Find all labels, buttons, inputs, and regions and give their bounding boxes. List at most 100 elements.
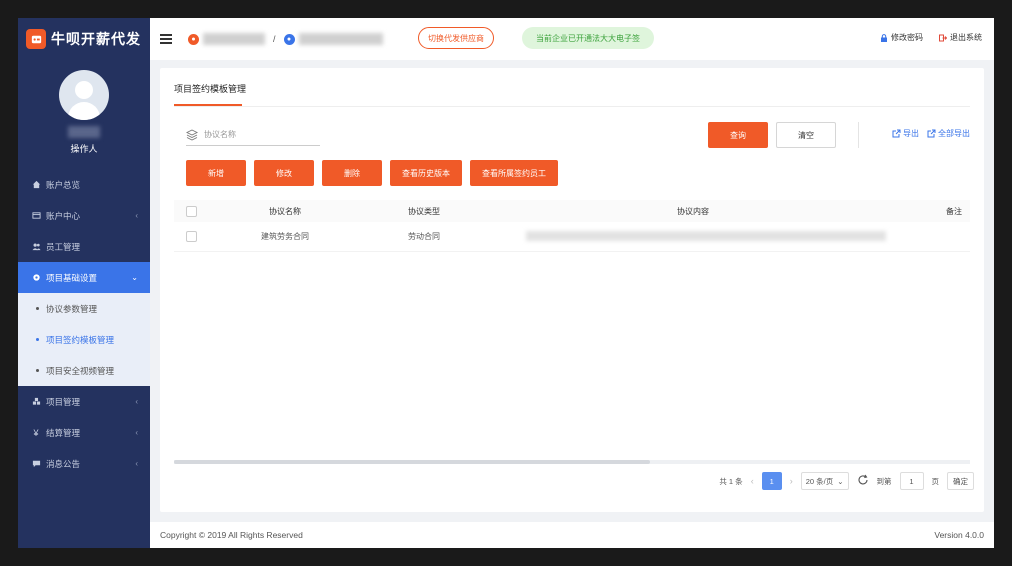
layers-icon: [186, 128, 198, 141]
page-size-value: 20 条/页: [805, 476, 834, 486]
brand-name: 牛呗开薪代发: [51, 31, 141, 47]
username-redacted: [68, 126, 100, 138]
submenu-item-safety-videos[interactable]: 项目安全视频管理: [18, 355, 150, 386]
gear-icon: [31, 273, 41, 283]
view-history-button[interactable]: 查看历史版本: [390, 160, 462, 186]
brand-logo-icon: [26, 29, 46, 49]
page-size-select[interactable]: 20 条/页 ⌄: [800, 472, 849, 490]
delete-button[interactable]: 删除: [322, 160, 382, 186]
sidebar-item-label: 员工管理: [46, 241, 81, 252]
external-link-icon: [892, 129, 901, 138]
submenu-item-signing-templates[interactable]: 项目签约模板管理: [18, 324, 150, 355]
sidebar: 牛呗开薪代发 操作人 账户总览 账户中心 ‹ 员工管理 项目基础设置 ⌄ 协议参…: [18, 18, 150, 548]
sidebar-item-label: 消息公告: [46, 458, 81, 469]
export-all-label: 全部导出: [938, 129, 970, 138]
row-checkbox[interactable]: [185, 231, 197, 242]
logout-link[interactable]: 退出系统: [939, 32, 982, 43]
edit-button[interactable]: 修改: [254, 160, 314, 186]
export-all-link[interactable]: 全部导出: [927, 128, 970, 139]
table-row[interactable]: 建筑劳务合同 劳动合同: [174, 222, 970, 252]
submenu-project-settings: 协议参数管理 项目签约模板管理 项目安全视频管理: [18, 293, 150, 386]
sidebar-item-staff[interactable]: 员工管理: [18, 231, 150, 262]
sidebar-item-projects[interactable]: 项目管理 ‹: [18, 386, 150, 417]
sidebar-item-label: 项目管理: [46, 396, 81, 407]
home-icon: [31, 180, 41, 190]
chevron-left-icon: ‹: [135, 211, 138, 220]
sidebar-item-settlement[interactable]: ¥ 结算管理 ‹: [18, 417, 150, 448]
breadcrumb-separator: /: [273, 34, 276, 44]
user-role: 操作人: [70, 144, 98, 154]
chevron-down-icon: ⌄: [837, 476, 844, 486]
submenu-item-agreement-params[interactable]: 协议参数管理: [18, 293, 150, 324]
add-button[interactable]: 新增: [186, 160, 246, 186]
menu-toggle-icon[interactable]: [160, 34, 172, 44]
avatar[interactable]: [59, 70, 109, 120]
sidebar-item-account-center[interactable]: 账户中心 ‹: [18, 200, 150, 231]
column-header-name: 协议名称: [269, 206, 301, 216]
tab-divider: [174, 106, 970, 107]
change-password-link[interactable]: 修改密码: [880, 32, 923, 43]
page-unit: 页: [931, 476, 940, 486]
version: Version 4.0.0: [934, 530, 984, 540]
goto-label: 到第: [876, 476, 892, 486]
column-header-type: 协议类型: [408, 206, 440, 216]
total-count: 共 1 条: [719, 476, 743, 486]
app-window: 牛呗开薪代发 操作人 账户总览 账户中心 ‹ 员工管理 项目基础设置 ⌄ 协议参…: [18, 18, 994, 548]
page-number-current[interactable]: 1: [761, 472, 782, 490]
users-icon: [31, 242, 41, 252]
cell-name: 建筑劳务合同: [261, 232, 309, 241]
chevron-down-icon: ⌄: [131, 273, 138, 282]
goto-confirm-button[interactable]: 确定: [947, 472, 974, 490]
next-page-icon[interactable]: ›: [790, 476, 793, 486]
search-field[interactable]: [186, 124, 320, 146]
query-button[interactable]: 查询: [708, 122, 768, 148]
switch-supplier-button[interactable]: 切换代发供应商: [418, 27, 494, 49]
reset-button[interactable]: 清空: [776, 122, 836, 148]
agreement-name-input[interactable]: [204, 130, 314, 139]
sidebar-item-label: 账户中心: [46, 210, 81, 221]
export-link[interactable]: 导出: [892, 128, 919, 139]
sidebar-item-label: 账户总览: [46, 179, 81, 190]
export-label: 导出: [903, 129, 919, 138]
company-name-redacted[interactable]: [203, 33, 265, 45]
yen-icon: ¥: [33, 427, 39, 438]
main-area: ● / ● 切换代发供应商 当前企业已开通法大大电子签 修改密码 退出系统 项目…: [150, 18, 994, 548]
prev-page-icon[interactable]: ‹: [751, 476, 754, 486]
table-header: 协议名称 协议类型 协议内容 备注: [174, 200, 970, 222]
pagination: 共 1 条 ‹ 1 › 20 条/页 ⌄ 到第 1 页 确定: [719, 472, 974, 490]
scrollbar-thumb[interactable]: [174, 460, 650, 464]
copyright: Copyright © 2019 All Rights Reserved: [160, 530, 303, 540]
cell-type: 劳动合同: [408, 232, 440, 241]
divider: [858, 122, 859, 148]
lock-icon: [881, 33, 887, 42]
page-tab-title[interactable]: 项目签约模板管理: [174, 82, 246, 95]
esign-status-badge: 当前企业已开通法大大电子签: [522, 27, 654, 49]
cubes-icon: [31, 397, 41, 407]
user-icon: ●: [283, 33, 295, 45]
top-actions: 修改密码 退出系统: [880, 32, 982, 43]
chevron-left-icon: ‹: [135, 459, 138, 468]
brand[interactable]: 牛呗开薪代发: [18, 18, 150, 60]
account-name-redacted[interactable]: [298, 33, 383, 45]
goto-page-input[interactable]: 1: [899, 472, 924, 490]
top-bar: ● / ● 切换代发供应商 当前企业已开通法大大电子签 修改密码 退出系统: [150, 18, 994, 60]
message-icon: [31, 459, 41, 469]
action-buttons: 新增 修改 删除 查看历史版本 查看所属签约员工: [186, 160, 558, 186]
column-header-content: 协议内容: [677, 206, 709, 216]
select-all-checkbox[interactable]: [185, 205, 197, 217]
horizontal-scrollbar[interactable]: [174, 460, 970, 464]
refresh-icon[interactable]: [857, 474, 869, 488]
sidebar-item-project-settings[interactable]: 项目基础设置 ⌄: [18, 262, 150, 293]
view-signed-staff-button[interactable]: 查看所属签约员工: [470, 160, 558, 186]
sidebar-menu: 账户总览 账户中心 ‹ 员工管理 项目基础设置 ⌄ 协议参数管理 项目签约模板管…: [18, 169, 150, 479]
chevron-left-icon: ‹: [135, 428, 138, 437]
templates-table: 协议名称 协议类型 协议内容 备注 建筑劳务合同 劳动合同: [174, 200, 970, 252]
sidebar-item-announcements[interactable]: 消息公告 ‹: [18, 448, 150, 479]
logout-label: 退出系统: [950, 33, 982, 42]
external-link-icon: [927, 129, 936, 138]
profile: 操作人: [18, 60, 150, 155]
sidebar-item-account-overview[interactable]: 账户总览: [18, 169, 150, 200]
submenu-item-label: 协议参数管理: [46, 303, 98, 314]
change-password-label: 修改密码: [891, 33, 923, 42]
submenu-item-label: 项目安全视频管理: [46, 365, 115, 376]
